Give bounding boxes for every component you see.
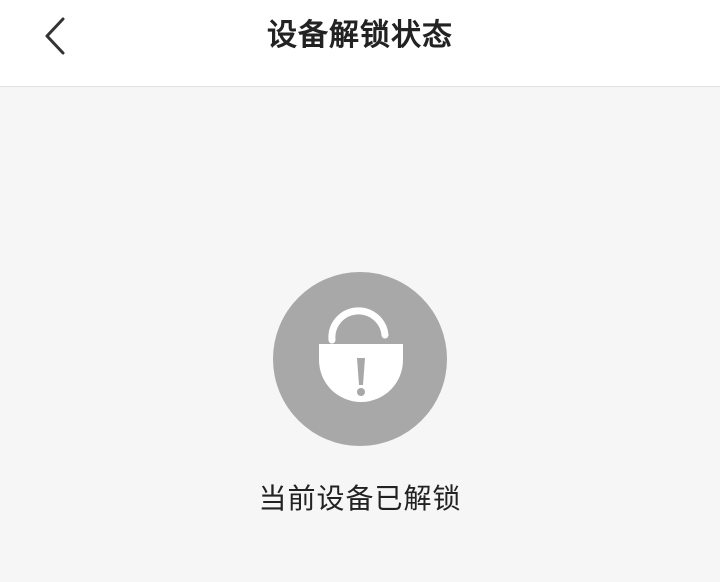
top-app-bar: 设备解锁状态 bbox=[0, 0, 720, 87]
main-content: 当前设备已解锁 bbox=[0, 87, 720, 582]
unlock-status-message: 当前设备已解锁 bbox=[258, 482, 462, 515]
unlock-status-badge bbox=[273, 272, 447, 446]
page-title: 设备解锁状态 bbox=[267, 18, 453, 53]
unlocked-padlock-warning-icon bbox=[319, 307, 403, 402]
